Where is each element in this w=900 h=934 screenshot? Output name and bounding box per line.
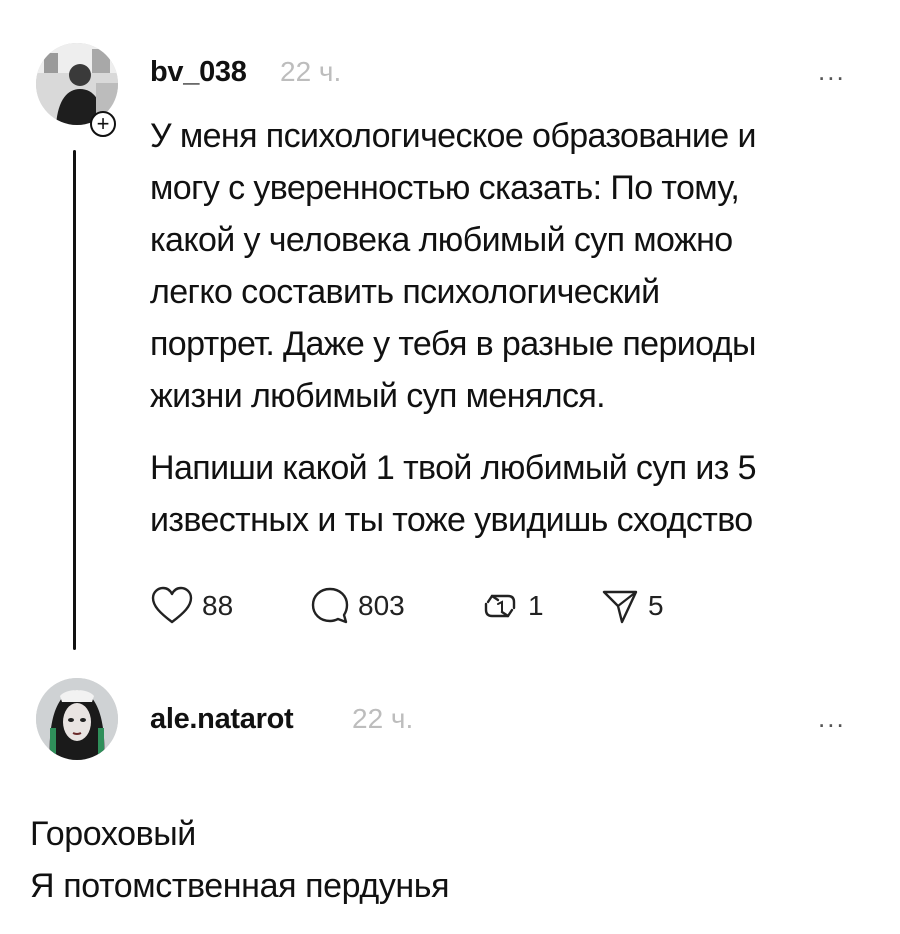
post-username[interactable]: bv_038 [150,56,247,89]
comment-button[interactable]: 803 [310,582,405,630]
post-body-line: жизни любимый суп менялся. [150,377,606,415]
post-body-line: какой у человека любимый суп можно [150,221,733,259]
repost-button[interactable]: 1 [480,582,544,630]
post-body: У меня психологическое образование и мог… [150,110,756,422]
like-button[interactable]: 88 [150,582,233,630]
reply-time: 22 ч. [352,703,414,734]
avatar-photo-icon [36,678,118,760]
share-count: 5 [648,590,664,621]
share-button[interactable]: 5 [600,582,664,630]
comment-count: 803 [358,590,405,621]
follow-plus-icon[interactable]: + [90,111,116,137]
post-body-line: могу с уверенностью сказать: По тому, [150,169,740,207]
reply-more-icon[interactable]: ... [818,705,846,731]
reply-body-line: Я потомственная пердунья [30,867,450,905]
reply-body-line: Гороховый [30,815,196,853]
post-body-line: Напиши какой 1 твой любимый суп из 5 [150,449,757,487]
reply-username[interactable]: ale.natarot [150,703,294,736]
post-body-second: Напиши какой 1 твой любимый суп из 5 изв… [150,442,757,546]
post-time: 22 ч. [280,56,342,87]
post-body-line: известных и ты тоже увидишь сходство [150,501,753,539]
repost-count: 1 [528,590,544,621]
reply-body: Гороховый Я потомственная пердунья [30,808,450,912]
reply-avatar[interactable] [36,678,118,760]
post-body-line: портрет. Даже у тебя в разные периоды [150,325,756,363]
send-icon [602,590,638,624]
post-body-line: легко составить психологический [150,273,660,311]
thread-line [73,150,76,650]
heart-icon [151,586,193,624]
post-body-line: У меня психологическое образование и [150,117,756,155]
repost-icon [484,594,516,618]
comment-icon [311,587,349,624]
post-more-icon[interactable]: ... [818,58,846,84]
like-count: 88 [202,590,234,621]
